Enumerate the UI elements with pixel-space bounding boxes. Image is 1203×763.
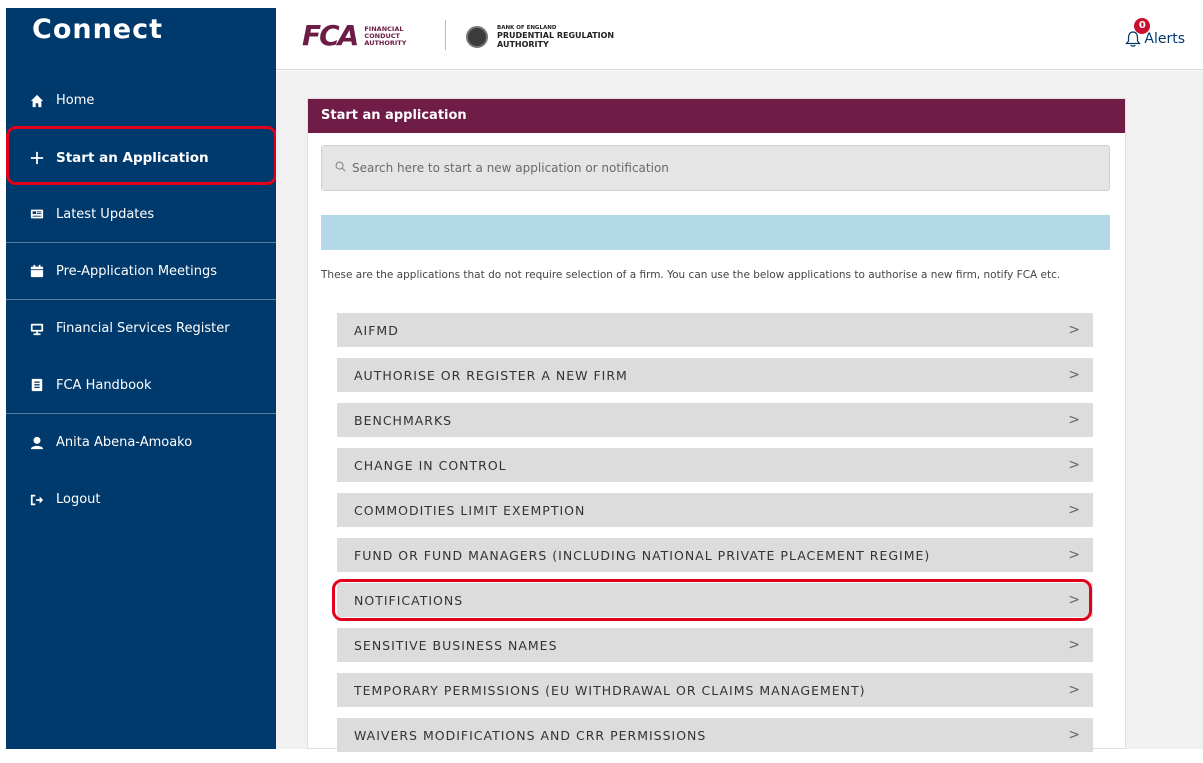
start-application-panel: Start an application Search here to star… (307, 98, 1126, 752)
sidebar-item-label: Latest Updates (56, 206, 155, 222)
sidebar-item-latest-updates[interactable]: Latest Updates (6, 186, 276, 243)
logo-divider (445, 20, 446, 50)
application-item-fund-managers[interactable]: FUND OR FUND MANAGERS (INCLUDING NATIONA… (337, 538, 1093, 572)
application-item-benchmarks[interactable]: BENCHMARKS > (337, 403, 1093, 437)
application-item-waivers-modifications[interactable]: WAIVERS MODIFICATIONS AND CRR PERMISSION… (337, 718, 1093, 752)
sidebar-item-financial-services-register[interactable]: Financial Services Register (6, 300, 276, 357)
user-icon (30, 436, 44, 450)
alerts-label: Alerts (1144, 31, 1185, 47)
sidebar-item-label: Anita Abena-Amoako (56, 435, 193, 450)
chevron-right-icon: > (1068, 547, 1080, 563)
newspaper-icon (30, 207, 44, 221)
application-item-authorise-new-firm[interactable]: AUTHORISE OR REGISTER A NEW FIRM > (337, 358, 1093, 392)
sidebar-item-label: FCA Handbook (56, 377, 152, 393)
sidebar-item-label: Home (56, 93, 95, 108)
application-item-commodities-limit-exemption[interactable]: COMMODITIES LIMIT EXEMPTION > (337, 493, 1093, 527)
search-input[interactable]: Search here to start a new application o… (321, 145, 1110, 191)
application-item-change-in-control[interactable]: CHANGE IN CONTROL > (337, 448, 1093, 482)
intro-text: These are the applications that do not r… (321, 269, 1061, 281)
logout-icon (30, 493, 44, 507)
sidebar-item-logout[interactable]: Logout (6, 471, 276, 528)
boe-pra-logo: BANK OF ENGLAND PRUDENTIAL REGULATION AU… (466, 25, 614, 49)
search-icon (335, 161, 352, 175)
sidebar-item-start-application[interactable]: Start an Application (6, 129, 276, 186)
application-item-aifmd[interactable]: AIFMD > (337, 313, 1093, 347)
chevron-right-icon: > (1068, 727, 1080, 743)
sidebar-item-fca-handbook[interactable]: FCA Handbook (6, 357, 276, 414)
app-title: Connect (32, 14, 164, 45)
home-icon (30, 94, 44, 108)
calendar-icon (30, 264, 44, 278)
sidebar-item-user-profile[interactable]: Anita Abena-Amoako (6, 414, 276, 471)
chevron-right-icon: > (1068, 502, 1080, 518)
chevron-right-icon: > (1068, 682, 1080, 698)
sidebar-nav: Home Start an Application Latest Updates… (6, 72, 276, 528)
fca-logo-text: FINANCIAL CONDUCT AUTHORITY (364, 24, 407, 47)
boe-seal-icon (466, 26, 488, 48)
sidebar-item-label: Pre-Application Meetings (56, 263, 218, 279)
sidebar-item-label: Financial Services Register (56, 321, 230, 336)
chevron-right-icon: > (1068, 412, 1080, 428)
panel-title: Start an application (308, 99, 1125, 133)
fca-logo-mark: FCA (302, 19, 359, 52)
boe-big-text-2: AUTHORITY (497, 40, 549, 49)
boe-big-text-1: PRUDENTIAL REGULATION (497, 31, 615, 40)
chevron-right-icon: > (1068, 592, 1080, 608)
sidebar-item-pre-application-meetings[interactable]: Pre-Application Meetings (6, 243, 276, 300)
sidebar-item-label: Start an Application (56, 149, 209, 166)
alerts-button[interactable]: 0 Alerts (1124, 18, 1185, 48)
monitor-icon (30, 322, 44, 336)
search-placeholder: Search here to start a new application o… (352, 161, 669, 175)
application-item-notifications[interactable]: NOTIFICATIONS > (337, 583, 1093, 617)
application-item-sensitive-business-names[interactable]: SENSITIVE BUSINESS NAMES > (337, 628, 1093, 662)
chevron-right-icon: > (1068, 457, 1080, 473)
bell-icon: 0 (1124, 18, 1151, 48)
top-bar: FCA FINANCIAL CONDUCT AUTHORITY BANK OF … (276, 0, 1203, 70)
sidebar-item-home[interactable]: Home (6, 72, 276, 129)
fca-logo: FCA FINANCIAL CONDUCT AUTHORITY (302, 22, 406, 50)
plus-icon (30, 151, 44, 165)
sidebar: Connect Home Start an Application Latest… (6, 8, 276, 749)
chevron-right-icon: > (1068, 637, 1080, 653)
chevron-right-icon: > (1068, 322, 1080, 338)
book-icon (30, 378, 44, 392)
chevron-right-icon: > (1068, 367, 1080, 383)
sidebar-item-label: Logout (56, 492, 101, 507)
application-item-temporary-permissions[interactable]: TEMPORARY PERMISSIONS (EU WITHDRAWAL OR … (337, 673, 1093, 707)
info-band (321, 215, 1110, 250)
application-list: AIFMD > AUTHORISE OR REGISTER A NEW FIRM >… (337, 313, 1093, 763)
